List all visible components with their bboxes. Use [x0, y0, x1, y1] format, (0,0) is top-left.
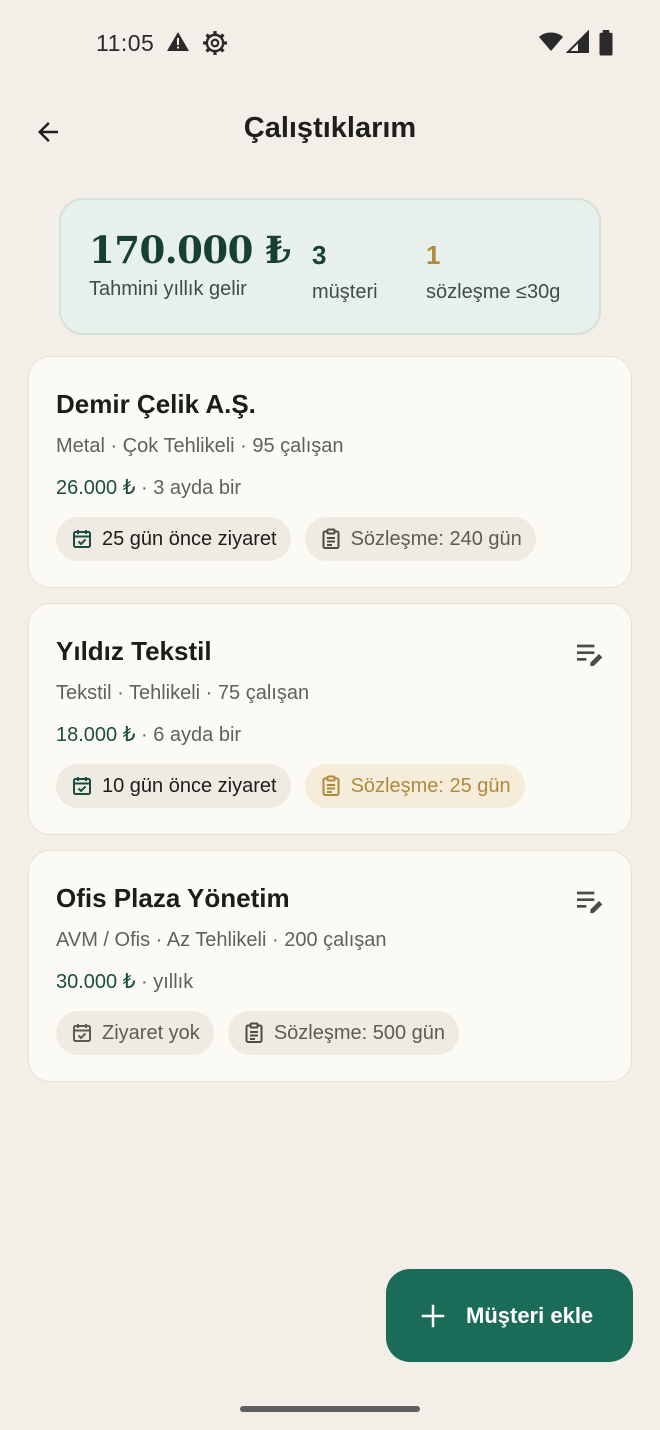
client-card[interactable]: Ofis Plaza Yönetim AVM / Ofis · Az Tehli…	[28, 850, 632, 1082]
client-card[interactable]: Yıldız Tekstil Tekstil · Tehlikeli · 75 …	[28, 603, 632, 835]
last-visit-label: 25 gün önce ziyaret	[102, 527, 277, 550]
client-fee: 30.000 ₺ · yıllık	[56, 969, 193, 994]
calendar-check-icon	[73, 530, 91, 548]
edit-note-icon[interactable]	[573, 638, 605, 670]
client-name: Yıldız Tekstil	[56, 636, 212, 666]
client-name: Demir Çelik A.Ş.	[56, 389, 256, 419]
client-meta: AVM / Ofis · Az Tehlikeli · 200 çalışan	[56, 929, 387, 951]
expiring-contracts-label: sözleşme ≤30g	[426, 281, 561, 303]
top-app-bar: Çalıştıklarım	[0, 96, 660, 166]
settings-icon	[203, 31, 227, 55]
client-card[interactable]: Demir Çelik A.Ş. Metal · Çok Tehlikeli ·…	[28, 356, 632, 588]
client-count-label: müşteri	[312, 281, 378, 303]
calendar-check-icon	[73, 1024, 91, 1042]
signal-icon	[566, 30, 589, 53]
edit-note-icon[interactable]	[573, 885, 605, 917]
client-name: Ofis Plaza Yönetim	[56, 883, 290, 913]
contract-chip[interactable]: Sözleşme: 240 gün	[304, 517, 536, 561]
contract-expiring-chip[interactable]: Sözleşme: 25 gün	[304, 764, 525, 808]
home-indicator[interactable]	[240, 1406, 420, 1412]
fee-frequency: · yıllık	[135, 971, 194, 993]
last-visit-label: Ziyaret yok	[102, 1021, 200, 1044]
fee-frequency: · 6 ayda bir	[135, 724, 242, 746]
page-title: Çalıştıklarım	[243, 112, 417, 144]
contract-chip[interactable]: Sözleşme: 500 gün	[227, 1011, 460, 1055]
client-count-value: 3	[312, 240, 327, 270]
wifi-icon	[539, 32, 563, 51]
annual-income-label: Tahmini yıllık gelir	[89, 278, 247, 300]
plus-icon	[421, 1304, 445, 1327]
battery-icon	[599, 30, 613, 56]
fee-amount: 26.000 ₺	[56, 477, 136, 499]
contract-label: Sözleşme: 240 gün	[350, 527, 522, 550]
contract-label: Sözleşme: 25 gün	[350, 774, 511, 797]
status-time: 11:05	[96, 30, 155, 56]
client-fee: 18.000 ₺ · 6 ayda bir	[56, 722, 241, 747]
last-visit-chip[interactable]: Ziyaret yok	[56, 1011, 214, 1055]
annual-income-value: 170.000 ₺	[89, 228, 291, 272]
client-meta: Metal · Çok Tehlikeli · 95 çalışan	[56, 435, 344, 457]
status-bar: 11:05	[0, 0, 660, 88]
client-meta: Tekstil · Tehlikeli · 75 çalışan	[56, 682, 310, 704]
clipboard-icon	[322, 528, 340, 549]
last-visit-chip[interactable]: 10 gün önce ziyaret	[56, 764, 291, 808]
clipboard-icon	[322, 775, 340, 796]
last-visit-chip[interactable]: 25 gün önce ziyaret	[56, 517, 291, 561]
last-visit-label: 10 gün önce ziyaret	[102, 774, 277, 797]
income-summary-card: 170.000 ₺ Tahmini yıllık gelir 3 müşteri…	[59, 198, 601, 335]
clipboard-icon	[245, 1022, 263, 1043]
expiring-contracts-value: 1	[426, 240, 441, 270]
add-client-button[interactable]: Müşteri ekle	[386, 1269, 633, 1362]
calendar-check-icon	[73, 777, 91, 795]
contract-label: Sözleşme: 500 gün	[273, 1021, 446, 1044]
fee-frequency: · 3 ayda bir	[135, 477, 242, 499]
fee-amount: 18.000 ₺	[56, 724, 136, 746]
add-client-label: Müşteri ekle	[466, 1302, 594, 1328]
warning-icon	[167, 32, 189, 51]
client-fee: 26.000 ₺ · 3 ayda bir	[56, 475, 241, 500]
fee-amount: 30.000 ₺	[56, 971, 136, 993]
